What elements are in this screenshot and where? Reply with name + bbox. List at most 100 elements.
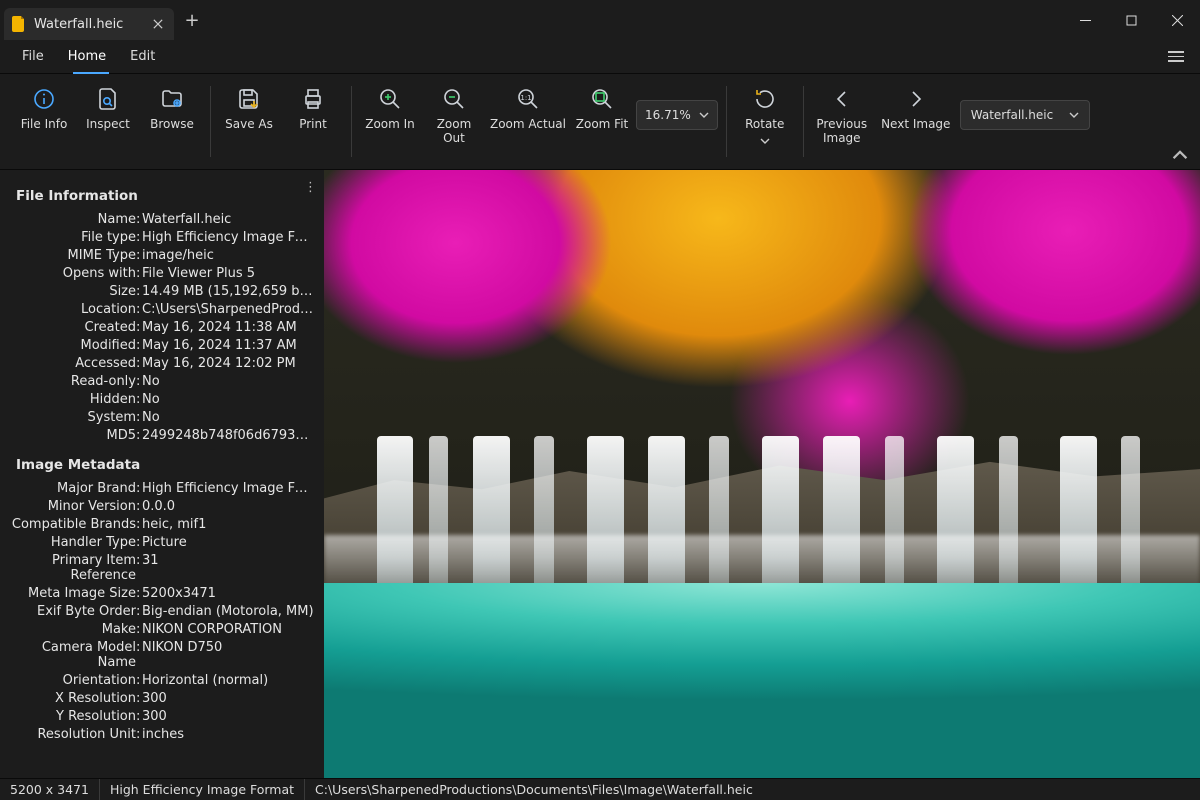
info-value: Horizontal (normal) xyxy=(142,673,314,688)
info-row: Location:C:\Users\SharpenedProductions\D… xyxy=(6,302,314,317)
ribbon-group-file: File Info Inspect Browse xyxy=(8,80,208,163)
rotate-label: Rotate xyxy=(745,118,784,132)
info-key: Y Resolution xyxy=(6,709,136,724)
info-value: 14.49 MB (15,192,659 bytes) xyxy=(142,284,314,299)
info-row: File type:High Efficiency Image Format (… xyxy=(6,230,314,245)
info-value: NIKON CORPORATION xyxy=(142,622,314,637)
menu-edit[interactable]: Edit xyxy=(118,43,167,70)
next-image-label: Next Image xyxy=(881,118,950,132)
info-row: MIME Type:image/heic xyxy=(6,248,314,263)
info-row: Minor Version:0.0.0 xyxy=(6,499,314,514)
close-window-button[interactable] xyxy=(1154,0,1200,40)
info-key: Opens with xyxy=(6,266,136,281)
minimize-button[interactable] xyxy=(1062,0,1108,40)
info-value: No xyxy=(142,392,314,407)
zoom-out-label: Zoom Out xyxy=(424,118,484,146)
zoom-fit-button[interactable]: Zoom Fit xyxy=(572,80,632,132)
ribbon-group-save: Save As Print xyxy=(213,80,349,163)
image-canvas xyxy=(324,170,1200,778)
panel-handle-icon[interactable]: ⋮ xyxy=(304,180,318,195)
menu-file[interactable]: File xyxy=(10,43,56,70)
menu-home[interactable]: Home xyxy=(56,43,118,70)
tab-waterfall[interactable]: Waterfall.heic xyxy=(4,8,174,40)
info-row: System:No xyxy=(6,410,314,425)
inspect-button[interactable]: Inspect xyxy=(78,80,138,132)
save-icon xyxy=(237,86,261,112)
zoom-actual-button[interactable]: 1:1 Zoom Actual xyxy=(488,80,568,132)
info-value: 300 xyxy=(142,709,314,724)
status-bar: 5200 x 3471 High Efficiency Image Format… xyxy=(0,778,1200,800)
info-key: Accessed xyxy=(6,356,136,371)
info-value: NIKON D750 xyxy=(142,640,314,670)
save-as-button[interactable]: Save As xyxy=(219,80,279,132)
zoom-combo[interactable]: 16.71% xyxy=(636,100,718,130)
zoom-combo-value: 16.71% xyxy=(645,108,691,122)
file-info-button[interactable]: File Info xyxy=(14,80,74,132)
info-row: Read-only:No xyxy=(6,374,314,389)
info-value: Waterfall.heic xyxy=(142,212,314,227)
new-tab-button[interactable]: + xyxy=(178,6,206,34)
print-icon xyxy=(301,86,325,112)
status-dimensions: 5200 x 3471 xyxy=(0,779,100,800)
info-row: Accessed:May 16, 2024 12:02 PM xyxy=(6,356,314,371)
next-image-button[interactable]: Next Image xyxy=(876,80,956,132)
info-value: C:\Users\SharpenedProductions\Docu… xyxy=(142,302,314,317)
chevron-right-icon xyxy=(904,86,928,112)
maximize-button[interactable] xyxy=(1108,0,1154,40)
folder-icon xyxy=(160,86,184,112)
info-row: Resolution Unit:inches xyxy=(6,727,314,742)
zoom-in-icon xyxy=(378,86,402,112)
chevron-down-icon xyxy=(699,110,709,120)
info-key: Exif Byte Order xyxy=(6,604,136,619)
info-key: Created xyxy=(6,320,136,335)
info-value: Picture xyxy=(142,535,314,550)
browse-button[interactable]: Browse xyxy=(142,80,202,132)
info-key: X Resolution xyxy=(6,691,136,706)
info-row: Y Resolution:300 xyxy=(6,709,314,724)
print-button[interactable]: Print xyxy=(283,80,343,132)
info-key: Camera Model Name xyxy=(6,640,136,670)
chevron-left-icon xyxy=(830,86,854,112)
info-value: May 16, 2024 11:38 AM xyxy=(142,320,314,335)
hamburger-icon[interactable] xyxy=(1162,45,1190,68)
rotate-icon xyxy=(753,86,777,112)
info-value: inches xyxy=(142,727,314,742)
menu-bar: File Home Edit xyxy=(0,40,1200,74)
info-value: May 16, 2024 11:37 AM xyxy=(142,338,314,353)
zoom-fit-label: Zoom Fit xyxy=(576,118,628,132)
info-key: File type xyxy=(6,230,136,245)
info-row: Primary Item Reference:31 xyxy=(6,553,314,583)
info-row: Make:NIKON CORPORATION xyxy=(6,622,314,637)
status-path: C:\Users\SharpenedProductions\Documents\… xyxy=(305,779,763,800)
info-row: Major Brand:High Efficiency Image Format… xyxy=(6,481,314,496)
info-key: Compatible Brands xyxy=(6,517,136,532)
info-value: No xyxy=(142,410,314,425)
prev-image-label: Previous Image xyxy=(812,118,872,146)
info-key: Major Brand xyxy=(6,481,136,496)
file-combo-value: Waterfall.heic xyxy=(971,108,1053,122)
info-value: image/heic xyxy=(142,248,314,263)
info-value: 5200x3471 xyxy=(142,586,314,601)
close-tab-icon[interactable] xyxy=(152,18,164,30)
info-value: High Efficiency Image Format (.heic) xyxy=(142,230,314,245)
info-key: Make xyxy=(6,622,136,637)
main-area: ⋮ File Information Name:Waterfall.heicFi… xyxy=(0,170,1200,778)
zoom-in-button[interactable]: Zoom In xyxy=(360,80,420,132)
prev-image-button[interactable]: Previous Image xyxy=(812,80,872,146)
info-row: Orientation:Horizontal (normal) xyxy=(6,673,314,688)
rotate-button[interactable]: Rotate xyxy=(735,80,795,146)
collapse-ribbon-icon[interactable] xyxy=(1172,147,1188,163)
image-viewer[interactable] xyxy=(324,170,1200,778)
info-key: MD5 xyxy=(6,428,136,443)
info-row: Size:14.49 MB (15,192,659 bytes) xyxy=(6,284,314,299)
info-key: Meta Image Size xyxy=(6,586,136,601)
info-key: Minor Version xyxy=(6,499,136,514)
info-key: Handler Type xyxy=(6,535,136,550)
info-key: Location xyxy=(6,302,136,317)
info-row: Exif Byte Order:Big-endian (Motorola, MM… xyxy=(6,604,314,619)
file-combo[interactable]: Waterfall.heic xyxy=(960,100,1090,130)
status-format: High Efficiency Image Format xyxy=(100,779,305,800)
info-row: Compatible Brands:heic, mif1 xyxy=(6,517,314,532)
chevron-down-icon xyxy=(760,136,770,146)
zoom-out-button[interactable]: Zoom Out xyxy=(424,80,484,146)
